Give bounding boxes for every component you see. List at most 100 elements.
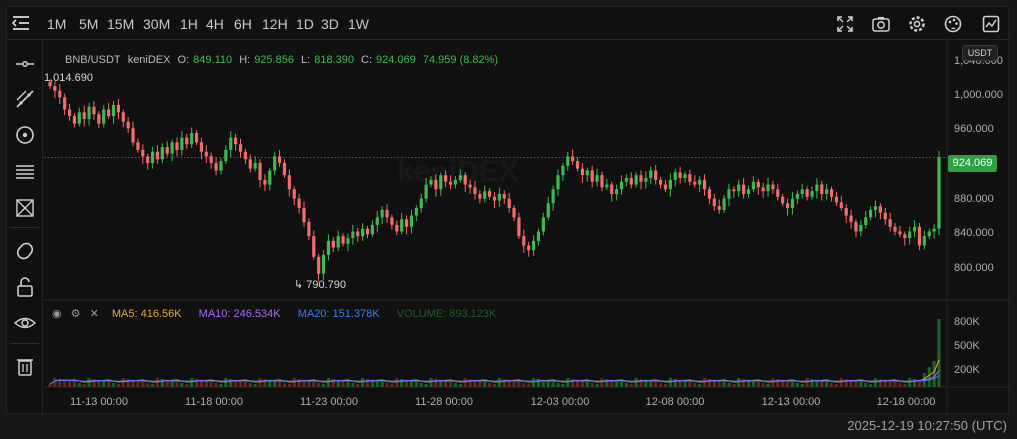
candle-body	[356, 231, 360, 237]
volume-bar	[737, 378, 741, 387]
volume-bar	[658, 383, 663, 387]
low-marker: ↳ 790.790	[294, 279, 346, 291]
volume-bar	[282, 383, 287, 387]
volume-bar	[615, 381, 619, 387]
candle-body	[654, 170, 658, 180]
volume-bar	[102, 381, 106, 387]
volume-bar	[356, 384, 360, 387]
candle-body	[82, 112, 86, 119]
candle-body	[888, 219, 892, 227]
candle-body	[737, 184, 741, 192]
time-axis-label: 12-03 00:00	[531, 396, 590, 408]
candle-body	[165, 147, 169, 154]
candle-body	[297, 198, 301, 209]
volume-bar	[468, 379, 472, 387]
time-axis-label: 11-18 00:00	[185, 396, 243, 408]
volume-bar	[375, 381, 379, 387]
volume-bar	[908, 378, 912, 387]
candle-body	[790, 198, 795, 209]
time-axis-label: 11-23 00:00	[300, 396, 358, 408]
volume-bar	[150, 384, 155, 387]
candle-body	[351, 231, 355, 239]
gear-icon[interactable]: ⚙	[71, 308, 81, 320]
candle-body	[404, 219, 409, 227]
volume-bar	[844, 379, 848, 387]
price-chart[interactable]: 1,040.0001,000.000960.000920.000880.0008…	[7, 7, 1010, 415]
candle-body	[131, 128, 135, 143]
volume-bar	[190, 378, 194, 387]
eye-toggle-icon[interactable]: ◉	[52, 308, 62, 320]
quote-currency-badge[interactable]: USDT	[962, 45, 998, 61]
candle-body	[624, 178, 628, 182]
time-axis-label: 11-13 00:00	[70, 396, 128, 408]
volume-bar	[361, 378, 365, 387]
candle-body	[903, 234, 907, 239]
volume-bar	[727, 383, 731, 387]
candle-body	[111, 104, 116, 117]
candle-body	[541, 217, 545, 232]
volume-bar	[742, 379, 746, 387]
high-value: 925.856	[254, 54, 294, 66]
volume-bar	[829, 383, 834, 387]
volume-bar	[888, 381, 892, 387]
candle-body	[600, 175, 604, 188]
volume-bar	[590, 383, 594, 387]
volume-bar	[483, 382, 487, 387]
volume-bar	[805, 378, 809, 387]
candle-body	[531, 240, 536, 251]
candle-body	[107, 109, 111, 117]
price-axis-label: 800.000	[954, 262, 994, 274]
candle-body	[253, 162, 257, 169]
volume-bar	[795, 383, 799, 387]
candle-body	[761, 187, 765, 192]
volume-bar	[859, 382, 863, 387]
volume-bar	[761, 383, 765, 387]
volume-bar	[463, 378, 467, 387]
volume-bar	[571, 379, 575, 387]
candle-body	[263, 179, 267, 185]
volume-bar	[869, 384, 873, 387]
volume-bar	[287, 384, 291, 387]
volume-bar	[141, 382, 145, 387]
volume-bar	[771, 378, 775, 387]
candle-body	[785, 203, 790, 209]
candle-body	[688, 174, 692, 182]
candle-body	[155, 151, 160, 160]
volume-bar	[673, 379, 677, 387]
volume-bar	[400, 379, 404, 387]
candle-body	[268, 170, 272, 185]
volume-bar	[698, 384, 702, 387]
candle-body	[385, 209, 389, 218]
candle-body	[287, 175, 291, 190]
volume-bar	[297, 379, 301, 387]
candle-body	[243, 151, 247, 160]
volume-bar	[424, 384, 428, 387]
candle-body	[575, 161, 580, 169]
candle-body	[551, 189, 555, 204]
candle-body	[561, 165, 565, 176]
price-axis-label: 840.000	[954, 227, 994, 239]
candle-body	[917, 226, 922, 246]
candle-body	[307, 222, 311, 237]
open-value: 849.110	[193, 54, 233, 66]
volume-bar	[214, 383, 218, 387]
candle-body	[204, 151, 208, 157]
watermark-logo: keniDEX	[397, 155, 519, 189]
volume-bar	[111, 383, 116, 387]
candle-body	[571, 156, 575, 162]
volume-bar	[321, 384, 326, 387]
candle-body	[527, 245, 531, 251]
candle-body	[810, 191, 814, 197]
volume-bar	[688, 382, 692, 387]
volume-bar	[595, 384, 599, 387]
candle-body	[678, 172, 682, 179]
volume-bar	[121, 378, 125, 387]
volume-bar	[77, 383, 81, 387]
candle-body	[619, 181, 624, 190]
candle-body	[854, 222, 858, 232]
volume-bar	[634, 378, 638, 387]
close-icon[interactable]: ✕	[90, 308, 99, 320]
volume-bar	[766, 384, 770, 387]
volume-bar	[155, 378, 160, 387]
volume-bar	[395, 378, 399, 387]
